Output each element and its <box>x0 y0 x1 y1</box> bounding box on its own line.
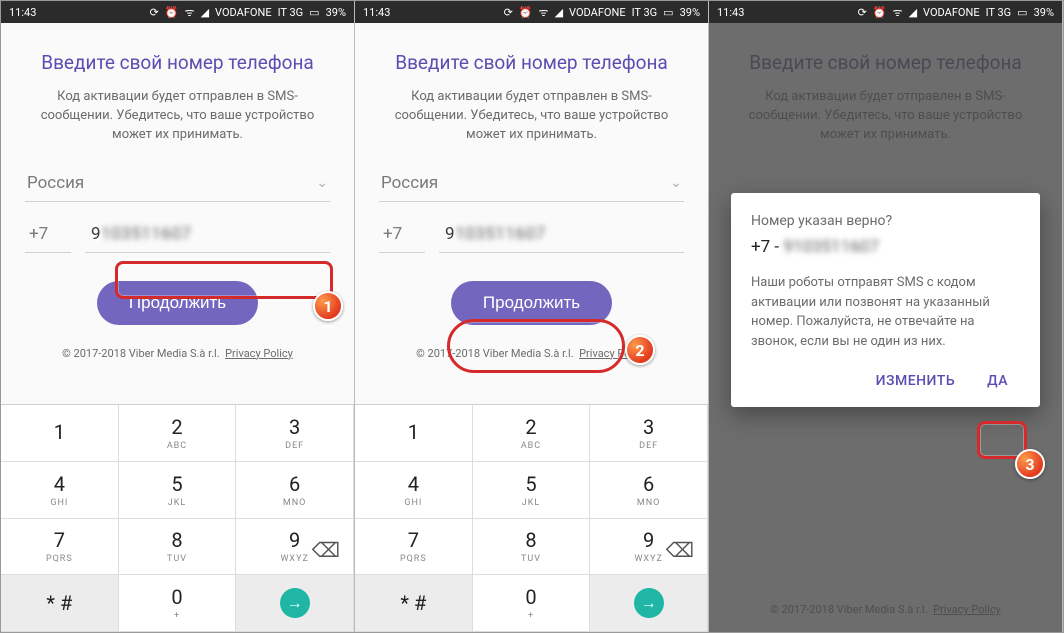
battery-icon: ▭ <box>1017 6 1027 19</box>
status-carrier: VODAFONE <box>569 6 626 19</box>
keypad-7[interactable]: 7PQRS <box>355 519 473 576</box>
status-battery: 39% <box>680 6 700 19</box>
phone-screen-3: 11:43 ⟳ ⏰ ᯤ ◢ VODAFONE IT 3G ▭ 39% Введи… <box>709 1 1063 632</box>
keypad-1[interactable]: 1 <box>355 405 473 462</box>
page-title: Введите свой номер телефона <box>379 51 684 74</box>
keypad-7[interactable]: 7PQRS <box>1 519 119 576</box>
wifi-icon: ᯤ <box>893 5 903 20</box>
numeric-keypad: 12ABC3DEF4GHI5JKL6MNO7PQRS8TUV9WXYZ* #0+… <box>355 404 708 632</box>
phone-input[interactable]: 9103511607 <box>439 218 684 253</box>
privacy-policy-link[interactable]: Privacy Policy <box>225 347 293 360</box>
chevron-down-icon: ⌄ <box>670 175 682 191</box>
step-badge-2: 2 <box>625 335 655 365</box>
dialog-body: Наши роботы отправят SMS с кодом активац… <box>751 273 1020 351</box>
keypad-symbols[interactable]: * # <box>355 575 473 632</box>
country-selector[interactable]: Россия ⌄ <box>25 167 330 202</box>
alarm-icon: ⏰ <box>165 6 179 19</box>
keypad-5[interactable]: 5JKL <box>473 462 591 519</box>
page-title: Введите свой номер телефона <box>25 51 330 74</box>
sync-icon: ⟳ <box>858 6 867 19</box>
keypad-symbols[interactable]: * # <box>1 575 119 632</box>
country-label: Россия <box>381 173 438 193</box>
continue-button[interactable]: Продолжить <box>97 281 258 325</box>
backspace-icon[interactable]: ⌫ <box>312 538 340 562</box>
privacy-policy-link[interactable]: Privacy Policy <box>933 603 1001 616</box>
keypad-go[interactable]: → <box>590 575 708 632</box>
continue-button[interactable]: Продолжить <box>451 281 612 325</box>
dialog-number: +7 - 9103511607 <box>751 237 1020 257</box>
status-network: IT 3G <box>632 6 658 19</box>
status-time: 11:43 <box>9 6 36 19</box>
footer: © 2017-2018 Viber Media S.à r.l. Privacy… <box>709 603 1062 616</box>
keypad-4[interactable]: 4GHI <box>1 462 119 519</box>
status-network: IT 3G <box>986 6 1012 19</box>
page-subtitle: Код активации будет отправлен в SMS-сооб… <box>25 88 330 145</box>
wifi-icon: ᯤ <box>539 5 549 20</box>
keypad-2[interactable]: 2ABC <box>119 405 237 462</box>
numeric-keypad: 12ABC3DEF4GHI5JKL6MNO7PQRS8TUV9WXYZ* #0+… <box>1 404 354 632</box>
country-label: Россия <box>27 173 84 193</box>
keypad-4[interactable]: 4GHI <box>355 462 473 519</box>
chevron-down-icon: ⌄ <box>316 175 328 191</box>
dialog-yes-button[interactable]: ДА <box>975 365 1020 397</box>
step-badge-1: 1 <box>313 291 343 321</box>
keypad-5[interactable]: 5JKL <box>119 462 237 519</box>
confirm-dialog: Номер указан верно? +7 - 9103511607 Наши… <box>731 193 1040 407</box>
wifi-icon: ᯤ <box>185 5 195 20</box>
keypad-2[interactable]: 2ABC <box>473 405 591 462</box>
status-time: 11:43 <box>717 6 744 19</box>
status-bar: 11:43 ⟳ ⏰ ᯤ ◢ VODAFONE IT 3G ▭ 39% <box>709 1 1062 23</box>
keypad-8[interactable]: 8TUV <box>119 519 237 576</box>
phone-input[interactable]: 9103511607 <box>85 218 330 253</box>
status-battery: 39% <box>1034 6 1054 19</box>
keypad-6[interactable]: 6MNO <box>590 462 708 519</box>
phone-screen-1: 11:43 ⟳ ⏰ ᯤ ◢ VODAFONE IT 3G ▭ 39% Введи… <box>1 1 355 632</box>
country-selector[interactable]: Россия ⌄ <box>379 167 684 202</box>
footer: © 2017-2018 Viber Media S.à r.l. Privacy… <box>25 347 330 360</box>
alarm-icon: ⏰ <box>519 6 533 19</box>
battery-icon: ▭ <box>309 6 319 19</box>
keypad-3[interactable]: 3DEF <box>590 405 708 462</box>
status-carrier: VODAFONE <box>215 6 272 19</box>
dialog-change-button[interactable]: ИЗМЕНИТЬ <box>864 365 968 397</box>
signal-icon: ◢ <box>201 6 209 19</box>
keypad-0[interactable]: 0+ <box>119 575 237 632</box>
keypad-6[interactable]: 6MNO <box>236 462 354 519</box>
phone-prefix: +7 <box>379 218 425 253</box>
status-bar: 11:43 ⟳ ⏰ ᯤ ◢ VODAFONE IT 3G ▭ 39% <box>355 1 708 23</box>
phone-prefix: +7 <box>25 218 71 253</box>
keypad-8[interactable]: 8TUV <box>473 519 591 576</box>
keypad-1[interactable]: 1 <box>1 405 119 462</box>
status-bar: 11:43 ⟳ ⏰ ᯤ ◢ VODAFONE IT 3G ▭ 39% <box>1 1 354 23</box>
keypad-go[interactable]: → <box>236 575 354 632</box>
signal-icon: ◢ <box>555 6 563 19</box>
status-carrier: VODAFONE <box>923 6 980 19</box>
alarm-icon: ⏰ <box>873 6 887 19</box>
step-badge-3: 3 <box>1015 449 1045 479</box>
page-subtitle: Код активации будет отправлен в SMS-сооб… <box>379 88 684 145</box>
status-time: 11:43 <box>363 6 390 19</box>
keypad-0[interactable]: 0+ <box>473 575 591 632</box>
status-network: IT 3G <box>278 6 304 19</box>
battery-icon: ▭ <box>663 6 673 19</box>
keypad-3[interactable]: 3DEF <box>236 405 354 462</box>
status-battery: 39% <box>326 6 346 19</box>
signal-icon: ◢ <box>909 6 917 19</box>
dialog-question: Номер указан верно? <box>751 213 1020 229</box>
phone-screen-2: 11:43 ⟳ ⏰ ᯤ ◢ VODAFONE IT 3G ▭ 39% Введи… <box>355 1 709 632</box>
sync-icon: ⟳ <box>150 6 159 19</box>
sync-icon: ⟳ <box>504 6 513 19</box>
backspace-icon[interactable]: ⌫ <box>666 538 694 562</box>
